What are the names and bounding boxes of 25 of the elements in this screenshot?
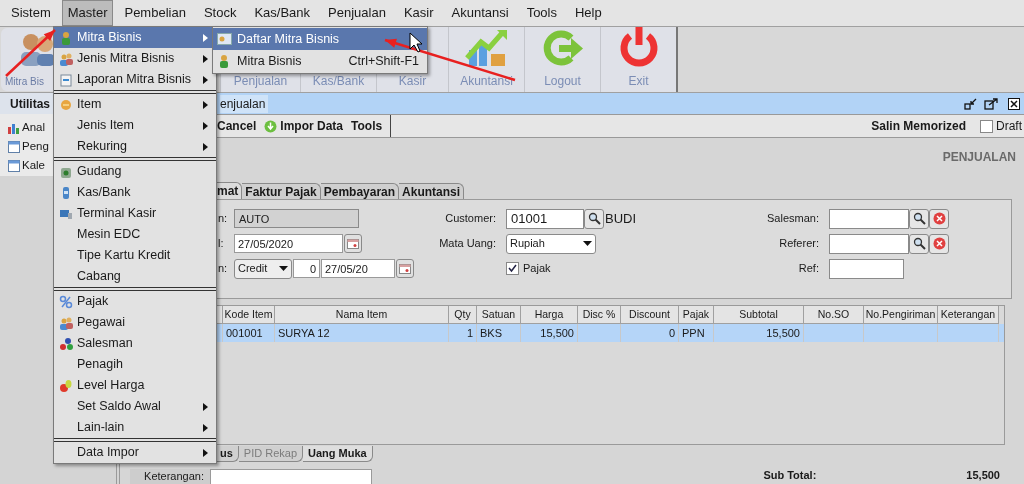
field-label: Keterangan: [130, 469, 210, 484]
table-cell: 15,500 [521, 324, 578, 342]
field-label: Referer: [778, 236, 819, 252]
field-label: l: [218, 236, 225, 252]
field-label: Mata Uang: [438, 236, 496, 252]
subtotal-label: Sub Total: [763, 469, 817, 482]
table-cell: 1 [449, 324, 477, 342]
field-label: Salesman: [766, 211, 819, 227]
checkbox-label: Pajak [523, 261, 551, 277]
subtotal-value: 15,500 [966, 469, 1000, 482]
checkbox-label: Draft [996, 118, 1022, 135]
table-cell: SURYA 12 [275, 324, 449, 342]
field-label: Customer: [444, 211, 496, 227]
table-cell: 001001 [223, 324, 275, 342]
field-label: n: [218, 261, 229, 277]
table-cell: PPN [679, 324, 714, 342]
form-heading: PENJUALAN [942, 149, 1016, 166]
customer-name: BUDI [605, 209, 637, 228]
table-cell: 0 [621, 324, 679, 342]
shortcut-text: Ctrl+Shift-F1 [348, 52, 419, 70]
table-cell: BKS [477, 324, 521, 342]
field-label: Ref: [797, 261, 819, 277]
field-label: n: [218, 211, 229, 227]
table-cell: 15,500 [714, 324, 804, 342]
frame-title: enjualan [220, 94, 269, 113]
